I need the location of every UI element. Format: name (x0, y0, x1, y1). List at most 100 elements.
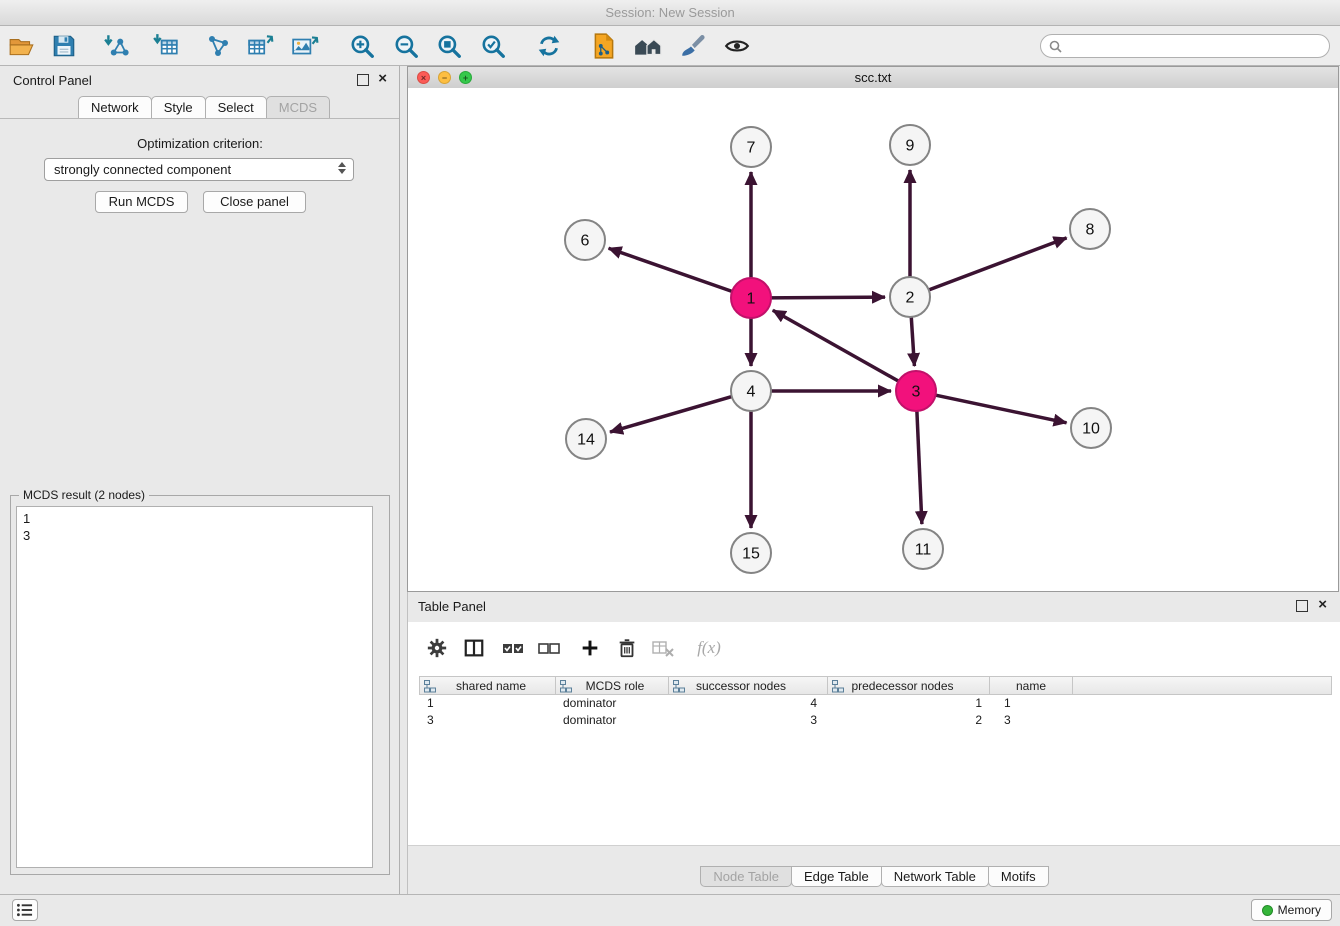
graph-node-3[interactable]: 3 (896, 371, 936, 411)
tab-style[interactable]: Style (151, 96, 206, 119)
tab-edge-table[interactable]: Edge Table (791, 866, 882, 887)
delete-table-icon (651, 637, 675, 659)
cell-successor-nodes[interactable]: 4 (671, 695, 831, 712)
network-window-title: scc.txt (408, 70, 1338, 85)
cell-predecessor-nodes[interactable]: 2 (831, 712, 994, 729)
graph-node-11[interactable]: 11 (903, 529, 943, 569)
graph-edge-1-6[interactable] (609, 248, 736, 292)
deselect-all-button[interactable] (536, 635, 562, 661)
table-panel-header: Table Panel × (408, 592, 1340, 622)
svg-text:9: 9 (906, 138, 915, 155)
home-button[interactable] (633, 30, 663, 62)
table-settings-button[interactable] (424, 635, 450, 661)
import-table-button[interactable] (151, 30, 181, 62)
optimization-criterion-select[interactable]: strongly connected component (44, 158, 354, 181)
refresh-button[interactable] (534, 30, 564, 62)
network-window-titlebar[interactable]: × − + scc.txt (408, 67, 1338, 89)
style-brush-button[interactable] (677, 30, 707, 62)
export-table-button[interactable] (246, 30, 276, 62)
column-label: MCDS role (586, 679, 645, 693)
cell-shared-name[interactable]: 3 (420, 712, 557, 729)
network-file-button[interactable] (589, 30, 619, 62)
graph-edge-3-11[interactable] (917, 407, 922, 524)
svg-text:6: 6 (581, 233, 590, 250)
mcds-result-list[interactable]: 1 3 (16, 506, 373, 868)
graph-node-9[interactable]: 9 (890, 125, 930, 165)
table-row[interactable]: 3 dominator 3 2 3 (420, 712, 1332, 729)
graph-edge-2-8[interactable] (925, 238, 1067, 292)
table-row[interactable]: 1 dominator 4 1 1 (420, 695, 1332, 712)
graph-edge-1-2[interactable] (767, 297, 885, 298)
cell-name[interactable]: 1 (994, 695, 1078, 712)
graph-edge-3-1[interactable] (773, 310, 902, 383)
float-table-panel-icon[interactable] (1296, 600, 1308, 612)
network-canvas[interactable]: 7 9 6 8 1 2 4 3 14 10 15 11 (408, 88, 1338, 591)
zoom-fit-button[interactable] (434, 30, 464, 62)
delete-column-button[interactable] (614, 635, 640, 661)
zoom-selected-button[interactable] (478, 30, 508, 62)
cell-name[interactable]: 3 (994, 712, 1078, 729)
zoom-in-button[interactable] (347, 30, 377, 62)
export-image-button[interactable] (290, 30, 320, 62)
column-tree-icon (673, 680, 685, 693)
zoom-selected-icon (480, 33, 506, 59)
export-image-icon (291, 32, 319, 60)
network-share-icon (205, 33, 231, 59)
app-window: Session: New Session (0, 0, 1340, 926)
graph-node-6[interactable]: 6 (565, 220, 605, 260)
select-all-button[interactable] (500, 635, 526, 661)
cell-mcds-role[interactable]: dominator (557, 695, 671, 712)
graph-node-4[interactable]: 4 (731, 371, 771, 411)
column-header-successor-nodes[interactable]: successor nodes (668, 676, 828, 695)
network-graph[interactable]: 7 9 6 8 1 2 4 3 14 10 15 11 (408, 88, 1338, 591)
graph-edge-2-3[interactable] (911, 313, 914, 366)
import-network-button[interactable] (102, 30, 132, 62)
tab-select[interactable]: Select (205, 96, 267, 119)
column-header-name[interactable]: name (989, 676, 1073, 695)
zoom-out-button[interactable] (391, 30, 421, 62)
show-columns-button[interactable] (461, 635, 487, 661)
graph-node-1[interactable]: 1 (731, 278, 771, 318)
graph-node-15[interactable]: 15 (731, 533, 771, 573)
tab-node-table[interactable]: Node Table (700, 866, 792, 887)
export-table-icon (247, 32, 275, 60)
tab-mcds[interactable]: MCDS (266, 96, 330, 119)
graph-node-14[interactable]: 14 (566, 419, 606, 459)
window-titlebar[interactable]: Session: New Session (0, 0, 1340, 26)
graph-node-8[interactable]: 8 (1070, 209, 1110, 249)
plus-icon (579, 637, 601, 659)
graph-edge-3-10[interactable] (932, 394, 1067, 423)
cell-shared-name[interactable]: 1 (420, 695, 557, 712)
network-share-button[interactable] (203, 30, 233, 62)
task-history-button[interactable] (12, 899, 38, 921)
run-mcds-button[interactable]: Run MCDS (95, 191, 188, 213)
add-column-button[interactable] (577, 635, 603, 661)
cell-predecessor-nodes[interactable]: 1 (831, 695, 994, 712)
close-panel-icon[interactable]: × (378, 70, 387, 88)
tab-network-table[interactable]: Network Table (881, 866, 989, 887)
graph-node-2[interactable]: 2 (890, 277, 930, 317)
table-panel-tabs: Node Table Edge Table Network Table Moti… (408, 866, 1340, 887)
close-panel-button[interactable]: Close panel (203, 191, 306, 213)
graph-node-10[interactable]: 10 (1071, 408, 1111, 448)
cell-successor-nodes[interactable]: 3 (671, 712, 831, 729)
graph-node-7[interactable]: 7 (731, 127, 771, 167)
show-graphics-details-button[interactable] (722, 30, 752, 62)
column-header-shared-name[interactable]: shared name (419, 676, 556, 695)
table-panel: Table Panel × (407, 592, 1340, 894)
tab-network[interactable]: Network (78, 96, 152, 119)
float-panel-icon[interactable] (357, 74, 369, 86)
cell-mcds-role[interactable]: dominator (557, 712, 671, 729)
tab-motifs[interactable]: Motifs (988, 866, 1049, 887)
search-input[interactable] (1068, 36, 1329, 56)
mcds-result-label: MCDS result (2 nodes) (19, 488, 149, 502)
status-bar: Memory (0, 894, 1340, 926)
open-folder-icon (8, 33, 36, 59)
graph-edge-4-14[interactable] (610, 395, 736, 432)
open-session-button[interactable] (7, 30, 37, 62)
memory-button[interactable]: Memory (1251, 899, 1332, 921)
column-header-predecessor-nodes[interactable]: predecessor nodes (827, 676, 990, 695)
save-session-button[interactable] (49, 30, 79, 62)
close-table-panel-icon[interactable]: × (1318, 596, 1327, 614)
column-header-mcds-role[interactable]: MCDS role (555, 676, 669, 695)
